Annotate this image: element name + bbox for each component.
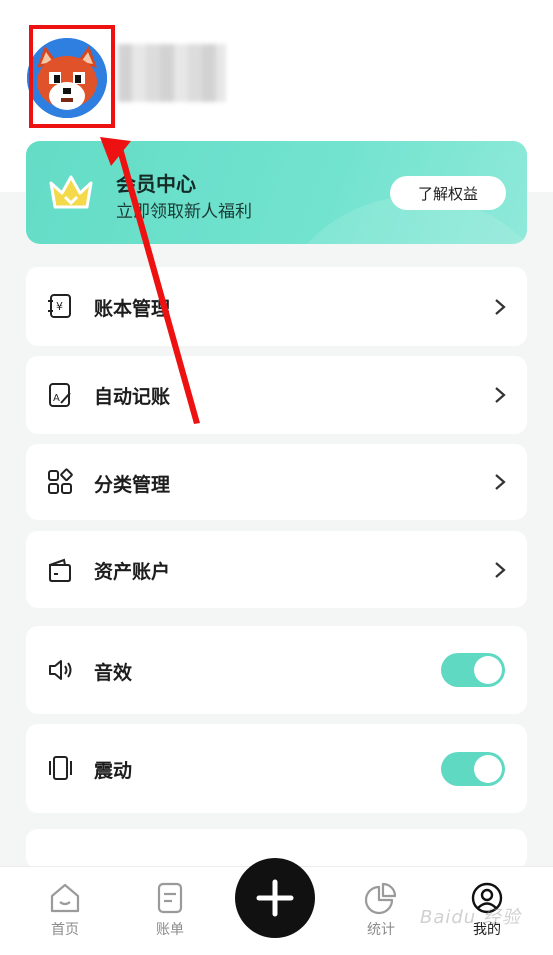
chevron-right-icon [493,560,507,580]
add-record-button[interactable] [235,858,315,938]
fox-avatar-icon [27,38,107,118]
menu-item-asset-accounts[interactable]: 资产账户 [26,531,527,608]
menu-label: 音效 [94,662,133,684]
category-grid-icon [46,468,74,496]
ledger-yen-icon: ¥ [46,292,74,320]
menu-item-sound-effects: 音效 [26,626,527,714]
home-icon [50,883,80,913]
menu-label: 分类管理 [94,474,171,496]
vip-center-card[interactable]: 会员中心 立即领取新人福利 了解权益 [26,141,527,244]
svg-text:¥: ¥ [56,300,63,313]
sound-toggle[interactable] [441,653,505,687]
nav-label: 统计 [367,922,395,938]
wallet-icon [46,556,74,584]
vibration-toggle[interactable] [441,752,505,786]
chevron-right-icon [493,385,507,405]
pie-chart-icon [364,882,397,915]
menu-label: 资产账户 [94,561,171,583]
learn-benefits-button[interactable]: 了解权益 [390,176,506,210]
nav-statistics[interactable]: 统计 [351,881,411,941]
menu-label: 震动 [94,760,133,782]
vibration-phone-icon [46,754,74,782]
menu-label: 账本管理 [94,298,171,320]
nav-home[interactable]: 首页 [35,881,95,941]
avatar[interactable] [27,38,107,118]
crown-icon [49,175,93,209]
svg-text:A: A [53,393,60,404]
chevron-right-icon [493,297,507,317]
menu-item-auto-record[interactable]: A 自动记账 [26,356,527,434]
chevron-right-icon [493,472,507,492]
nav-label: 账单 [156,922,184,938]
menu-item-ledger-management[interactable]: ¥ 账本管理 [26,267,527,346]
nav-bill[interactable]: 账单 [140,881,200,941]
plus-icon [256,879,294,917]
menu-item-category-management[interactable]: 分类管理 [26,444,527,520]
speaker-icon [46,656,74,684]
vip-subtitle: 立即领取新人福利 [116,202,252,222]
menu-item-vibration: 震动 [26,724,527,813]
bill-icon [157,882,183,914]
menu-label: 自动记账 [94,386,171,408]
username-blurred [118,44,226,102]
watermark: Baidu 经验 [420,907,521,928]
auto-record-icon: A [46,381,74,409]
nav-label: 首页 [51,922,79,938]
vip-title: 会员中心 [116,172,196,196]
